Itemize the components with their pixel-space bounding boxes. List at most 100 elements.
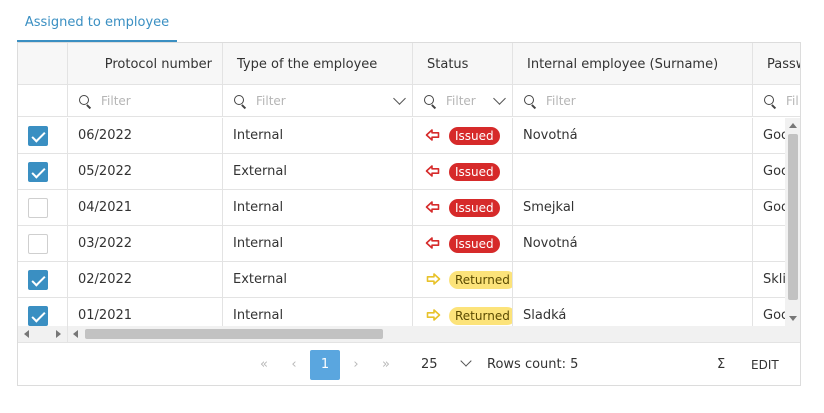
- grid-footer: « ‹ 1 › » 25 Rows count: 5 Σ EDIT: [18, 342, 800, 385]
- password-cell: Goo: [753, 154, 786, 189]
- header-password[interactable]: Passw: [753, 43, 800, 84]
- table-row[interactable]: 01/2021Internal ReturnedSladkáGoo: [18, 298, 786, 326]
- checkbox-checked[interactable]: [28, 270, 48, 290]
- edit-button[interactable]: EDIT: [751, 358, 779, 372]
- protocol-number-cell: 03/2022: [68, 226, 223, 261]
- protocol-number-cell: 05/2022: [68, 154, 223, 189]
- select-cell: [18, 190, 68, 225]
- employee-type-cell: Internal: [223, 190, 413, 225]
- filter-select-column: [18, 85, 68, 116]
- filter-placeholder: Filter: [546, 93, 576, 108]
- password-cell: Goo: [753, 190, 786, 225]
- filter-protocol-number[interactable]: Filter: [68, 85, 223, 116]
- internal-employee-surname-cell: Novotná: [513, 226, 753, 261]
- table-row[interactable]: 02/2022 External Returned Skli: [18, 262, 786, 298]
- status-badge: Returned: [449, 307, 512, 325]
- header-internal-employee-surname[interactable]: Internal employee (Surname): [513, 43, 753, 84]
- status-badge: Issued: [449, 163, 500, 181]
- header-select-column: [18, 43, 68, 84]
- filter-type-of-employee[interactable]: Filter: [223, 85, 413, 116]
- checkbox[interactable]: [28, 234, 48, 254]
- tab-bar: Assigned to employee: [17, 0, 801, 42]
- internal-employee-surname-cell: Sladká: [513, 298, 753, 326]
- horizontal-scrollbar[interactable]: [68, 326, 800, 342]
- status-badge: Returned: [449, 271, 512, 289]
- grid-header: Protocol number Type of the employee Sta…: [18, 43, 800, 85]
- filter-placeholder: Fil: [786, 93, 799, 108]
- last-page-button[interactable]: »: [371, 350, 401, 380]
- status-badge: Issued: [449, 235, 500, 253]
- password-cell: Skli: [753, 262, 786, 297]
- arrow-right-icon: [426, 309, 441, 321]
- scroll-left-icon[interactable]: [73, 330, 78, 338]
- first-page-button[interactable]: «: [249, 350, 279, 380]
- filter-placeholder: Filter: [101, 93, 131, 108]
- table-row[interactable]: 06/2022Internal Issued NovotnáGoo: [18, 118, 786, 154]
- table-row[interactable]: 03/2022 Internal Issued Novotná: [18, 226, 786, 262]
- current-page-button[interactable]: 1: [310, 350, 340, 380]
- employee-type-cell: Internal: [223, 118, 413, 153]
- arrow-left-icon: [425, 165, 440, 177]
- scroll-down-icon[interactable]: [789, 316, 797, 321]
- vertical-scroll-thumb[interactable]: [788, 134, 798, 300]
- filter-placeholder: Filter: [446, 93, 476, 108]
- scroll-right-icon[interactable]: [56, 330, 61, 338]
- filter-row: Filter Filter Filter Filter Fil: [18, 85, 800, 117]
- status-cell: Returned: [413, 262, 513, 297]
- tab-assigned-to-employee[interactable]: Assigned to employee: [17, 0, 177, 42]
- scroll-left-icon[interactable]: [24, 330, 29, 338]
- search-icon: [763, 94, 777, 108]
- sum-button[interactable]: Σ: [717, 357, 725, 372]
- fixed-column-scrollbar[interactable]: [18, 326, 68, 342]
- status-cell: Issued: [413, 190, 513, 225]
- previous-page-button[interactable]: ‹: [279, 350, 309, 380]
- rows-count-label: Rows count: 5: [487, 357, 579, 372]
- filter-status[interactable]: Filter: [413, 85, 513, 116]
- status-cell: Issued: [413, 154, 513, 189]
- protocol-number-cell: 06/2022: [68, 118, 223, 153]
- checkbox-checked[interactable]: [28, 126, 48, 146]
- filter-password[interactable]: Fil: [753, 85, 800, 116]
- status-badge: Issued: [449, 127, 500, 145]
- internal-employee-surname-cell: [513, 154, 753, 189]
- protocol-number-cell: 01/2021: [68, 298, 223, 326]
- select-cell: [18, 298, 68, 326]
- checkbox-checked[interactable]: [28, 306, 48, 326]
- table-row[interactable]: 05/2022External Issued Goo: [18, 154, 786, 190]
- page-size-select[interactable]: 25: [421, 357, 438, 372]
- filter-placeholder: Filter: [256, 93, 286, 108]
- search-icon: [233, 94, 247, 108]
- scroll-up-icon[interactable]: [789, 123, 797, 128]
- employee-type-cell: External: [223, 154, 413, 189]
- checkbox-checked[interactable]: [28, 162, 48, 182]
- next-page-button[interactable]: ›: [341, 350, 371, 380]
- employee-type-cell: External: [223, 262, 413, 297]
- checkbox[interactable]: [28, 198, 48, 218]
- status-cell: Returned: [413, 298, 513, 326]
- status-cell: Issued: [413, 226, 513, 261]
- password-cell: Goo: [753, 298, 786, 326]
- status-badge: Issued: [449, 199, 500, 217]
- app-root: Assigned to employee Protocol number Typ…: [0, 0, 824, 413]
- search-icon: [523, 94, 537, 108]
- table-row[interactable]: 04/2021Internal Issued SmejkalGoo: [18, 190, 786, 226]
- filter-internal-employee-surname[interactable]: Filter: [513, 85, 753, 116]
- arrow-left-icon: [425, 129, 440, 141]
- employee-type-cell: Internal: [223, 298, 413, 326]
- chevron-down-icon[interactable]: [460, 355, 472, 367]
- horizontal-scroll-thumb[interactable]: [85, 329, 383, 339]
- data-grid: Protocol number Type of the employee Sta…: [17, 42, 801, 386]
- header-status[interactable]: Status: [413, 43, 513, 84]
- arrow-right-icon: [426, 273, 441, 285]
- grid-body: 06/2022InternalIssuedNovotnáGoo05/2022Ex…: [18, 118, 786, 326]
- vertical-scrollbar[interactable]: [785, 118, 800, 326]
- arrow-left-icon: [425, 237, 440, 249]
- header-protocol-number[interactable]: Protocol number: [68, 43, 223, 84]
- status-cell: Issued: [413, 118, 513, 153]
- internal-employee-surname-cell: Novotná: [513, 118, 753, 153]
- select-cell: [18, 226, 68, 261]
- password-cell: Goo: [753, 118, 786, 153]
- protocol-number-cell: 04/2021: [68, 190, 223, 225]
- header-type-of-employee[interactable]: Type of the employee: [223, 43, 413, 84]
- internal-employee-surname-cell: [513, 262, 753, 297]
